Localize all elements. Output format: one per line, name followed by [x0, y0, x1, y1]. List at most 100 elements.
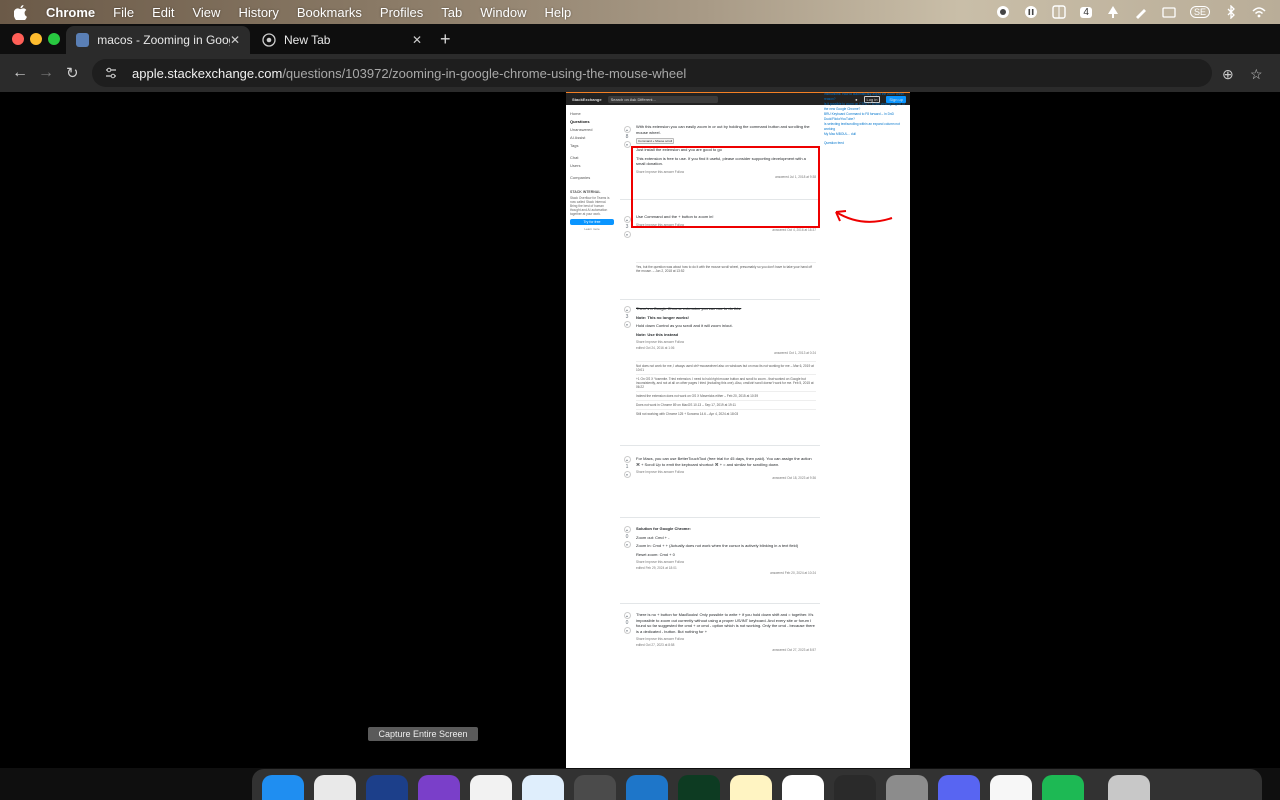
- back-icon[interactable]: ←: [12, 64, 28, 82]
- activity-icon[interactable]: [990, 775, 1032, 800]
- answer-body: There is no + button for MacBooks! Only …: [636, 612, 816, 654]
- upvote-icon[interactable]: ▲: [623, 456, 631, 463]
- tab-stackexchange[interactable]: macos - Zooming in Google C ✕: [66, 26, 250, 54]
- close-window-button[interactable]: [12, 33, 24, 45]
- launchpad-icon[interactable]: [366, 775, 408, 800]
- firefox-icon[interactable]: [418, 775, 460, 800]
- answer-date: answered Oct 1, 2013 at 0:24: [774, 351, 816, 355]
- related-link[interactable]: Instructions: How to automatically adjus…: [824, 92, 906, 102]
- downvote-icon[interactable]: ▼: [623, 231, 631, 238]
- upvote-icon[interactable]: ▲: [623, 126, 631, 133]
- upvote-icon[interactable]: ▲: [623, 612, 631, 619]
- comment: Not does not work for me, I always used …: [636, 360, 816, 374]
- menu-view[interactable]: View: [192, 5, 220, 20]
- forward-icon[interactable]: →: [38, 64, 54, 82]
- answer-body: With this extension you can easily zoom …: [636, 124, 816, 181]
- se-teams-link[interactable]: Learn more: [570, 227, 614, 231]
- se-nav-questions[interactable]: Questions: [570, 118, 614, 126]
- downvote-icon[interactable]: ▼: [623, 627, 631, 634]
- grid-icon[interactable]: [1052, 5, 1067, 19]
- minimize-window-button[interactable]: [30, 33, 42, 45]
- zoom-icon[interactable]: ⊕: [1222, 66, 1234, 83]
- vote-count: 3: [625, 314, 629, 320]
- menu-bookmarks[interactable]: Bookmarks: [297, 5, 362, 20]
- se-nav-companies[interactable]: Companies: [570, 174, 614, 182]
- answer-4: ▲ 1 ▼ For Macs, you can use BetterTouchT…: [620, 452, 820, 518]
- tree-icon[interactable]: [1106, 5, 1120, 19]
- spotify-icon[interactable]: [1042, 775, 1084, 800]
- upvote-icon[interactable]: ▲: [623, 216, 631, 223]
- menu-help[interactable]: Help: [545, 5, 572, 20]
- related-link[interactable]: Is selecting text/scrolling within an ex…: [824, 122, 906, 132]
- macos-dock: [252, 769, 1262, 800]
- zoom-window-button[interactable]: [48, 33, 60, 45]
- video-editor-icon[interactable]: [834, 775, 876, 800]
- macos-menubar: Chrome File Edit View History Bookmarks …: [0, 0, 1280, 24]
- downvote-icon[interactable]: ▼: [623, 141, 631, 148]
- se-nav-tags[interactable]: Tags: [570, 142, 614, 150]
- tab-new-tab[interactable]: New Tab ✕: [252, 26, 432, 54]
- answer-date: answered Jul 1, 2018 at 9:38: [775, 175, 816, 179]
- menu-tab[interactable]: Tab: [441, 5, 462, 20]
- new-tab-icon[interactable]: +: [440, 29, 451, 50]
- photos-icon[interactable]: [574, 775, 616, 800]
- menu-file[interactable]: File: [113, 5, 134, 20]
- answer-list-item: Zoom in: Cmd + + (Actually does not work…: [636, 543, 799, 548]
- related-link[interactable]: Is it possible to zoom on CTRL+? to the …: [824, 102, 906, 112]
- pause-icon[interactable]: [1024, 5, 1038, 19]
- url-host: apple.stackexchange.com: [132, 65, 283, 81]
- vote-control: ▲ 3 ▼: [622, 306, 632, 328]
- app-store-icon[interactable]: [262, 775, 304, 800]
- answer-text: For Macs, you can use BetterTouchTool (f…: [636, 456, 812, 467]
- settings-app-icon[interactable]: [314, 775, 356, 800]
- vscode-icon[interactable]: [626, 775, 668, 800]
- upvote-icon[interactable]: ▲: [623, 526, 631, 533]
- bookmark-star-icon[interactable]: ☆: [1250, 66, 1263, 83]
- se-search-input[interactable]: Search on Ask Different...: [607, 95, 718, 103]
- trash-icon[interactable]: [1108, 775, 1150, 800]
- discord-icon[interactable]: [938, 775, 980, 800]
- close-tab-icon[interactable]: ✕: [230, 33, 240, 47]
- safari-icon[interactable]: [522, 775, 564, 800]
- se-nav-users[interactable]: Users: [570, 162, 614, 170]
- record-icon[interactable]: [996, 5, 1010, 19]
- menu-window[interactable]: Window: [480, 5, 526, 20]
- se-nav-ai-assist[interactable]: AI Assist: [570, 134, 614, 142]
- notes-icon[interactable]: [730, 775, 772, 800]
- answer-text: There is no + button for MacBooks! Only …: [636, 612, 815, 634]
- desktop-badge[interactable]: 4: [1080, 6, 1092, 18]
- se-nav-chat[interactable]: Chat: [570, 154, 614, 162]
- terminal-icon[interactable]: [678, 775, 720, 800]
- related-link[interactable]: BRU Keyboard Command to F8 forward – In …: [824, 112, 906, 122]
- bluetooth-icon[interactable]: [1224, 4, 1238, 20]
- comment: Does not work in Chrome 89 on MacOS 10.1…: [636, 399, 816, 409]
- close-tab-icon[interactable]: ✕: [412, 33, 422, 47]
- downvote-icon[interactable]: ▼: [623, 321, 631, 328]
- system-settings-icon[interactable]: [886, 775, 928, 800]
- reload-icon[interactable]: ↻: [66, 64, 79, 82]
- question-feed-link[interactable]: Question feed: [824, 141, 906, 146]
- menu-app-chrome[interactable]: Chrome: [46, 5, 95, 20]
- site-info-icon[interactable]: [104, 66, 118, 80]
- downvote-icon[interactable]: ▼: [623, 471, 631, 478]
- menu-edit[interactable]: Edit: [152, 5, 174, 20]
- answer-body: Use Command and the + button to zoom in!…: [636, 214, 816, 275]
- related-link[interactable]: My Mac MBOUL... dull: [824, 132, 906, 137]
- upvote-icon[interactable]: ▲: [623, 306, 631, 313]
- se-teams-button[interactable]: Try for free: [570, 219, 614, 225]
- menu-profiles[interactable]: Profiles: [380, 5, 423, 20]
- wifi-icon[interactable]: [1252, 5, 1266, 19]
- se-nav-home[interactable]: Home: [570, 110, 614, 118]
- chrome-icon[interactable]: [470, 775, 512, 800]
- se-badge[interactable]: SE: [1189, 6, 1210, 18]
- downvote-icon[interactable]: ▼: [623, 541, 631, 548]
- window-icon[interactable]: [1162, 5, 1176, 19]
- address-bar[interactable]: apple.stackexchange.com/questions/103972…: [92, 59, 1212, 87]
- answer-date: answered Oct 27, 2023 at 8:57: [772, 648, 816, 652]
- se-logo[interactable]: StackExchange: [572, 97, 602, 102]
- se-nav-unanswered[interactable]: Unanswered: [570, 126, 614, 134]
- pen-icon[interactable]: [1134, 5, 1148, 19]
- calendar-icon[interactable]: [782, 775, 824, 800]
- apple-icon[interactable]: [14, 4, 28, 20]
- menu-history[interactable]: History: [238, 5, 278, 20]
